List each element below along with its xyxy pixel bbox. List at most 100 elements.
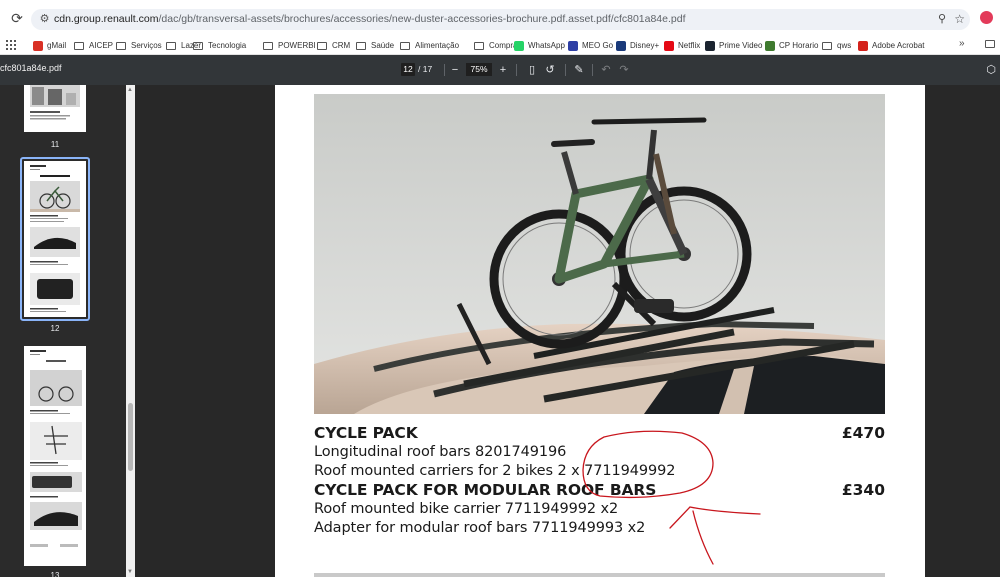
thumbnail-label: 11 [50,140,60,149]
zoom-in-icon[interactable]: + [496,62,510,78]
bookmark-item[interactable]: WhatsApp [514,38,565,53]
bookmarks-more-chevron[interactable]: » [959,38,965,49]
product-line-text: Adapter for modular roof bars 7711949993… [314,520,646,536]
bookmark-label: POWERBI [278,41,316,50]
bookmark-label: qws [837,41,852,50]
thumbnail-sidebar[interactable]: 11 12 13 [0,85,126,577]
folder-icon [116,41,126,50]
acrobat-icon [858,40,868,51]
bookmark-item[interactable]: Serviços [116,38,162,53]
profile-icon[interactable] [980,11,993,24]
whatsapp-icon [514,40,524,51]
product-line: Longitudinal roof bars 8201749196 [314,443,885,462]
disney-icon [616,40,626,51]
folder-icon [263,41,273,50]
folder-icon [193,41,203,50]
prime-video-icon [705,40,715,51]
bookmark-label: MEO Go [582,41,614,50]
zoom-out-icon[interactable]: − [448,62,462,78]
product-price: £340 [841,481,885,499]
bookmark-item[interactable]: Alimentação [400,38,459,53]
bookmark-item[interactable]: Disney+ [616,38,659,53]
folder-icon [400,41,410,50]
thumbnail-page-12[interactable] [24,161,86,317]
thumbnail-page-11[interactable] [24,85,86,132]
bookmark-item[interactable]: POWERBI [263,38,316,53]
product-price: £470 [841,424,885,442]
pdf-viewer-canvas[interactable]: CYCLE PACK £470 Longitudinal roof bars 8… [135,85,1000,577]
folder-icon [166,41,176,50]
scrollbar-thumb[interactable] [128,403,133,471]
bookmark-item[interactable]: CP Horario [765,38,818,53]
pdf-toolbar: cfc801a84e.pdf 12 / 17 − 75% + ▯ ↺ ✎ ↶ ↷… [0,55,1000,85]
omnibox[interactable]: ⚙ cdn.group.renault.com/dac/gb/transvers… [31,9,970,30]
bookmark-item[interactable]: Tecnologia [193,38,246,53]
product-line-text: Roof mounted bike carrier 7711949992 x2 [314,501,619,517]
fit-page-icon[interactable]: ▯ [525,62,539,78]
bookmark-label: gMail [47,41,67,50]
page-number-input[interactable]: 12 [401,63,415,76]
bookmark-star-icon[interactable]: ☆ [954,11,965,27]
bookmark-label: CP Horario [779,41,819,50]
url-text[interactable]: cdn.group.renault.com/dac/gb/transversal… [54,12,686,27]
toolbar-separator [444,64,445,76]
bookmark-item[interactable]: Saúde [356,38,394,53]
bookmarks-bar: gMail AICEP Serviços Lazer Tecnologia POWERBI… [0,36,1000,55]
zoom-magnifier-icon[interactable]: ⚲ [938,12,946,27]
url-host: cdn.group.renault.com [54,13,159,25]
extension-icon[interactable]: ⬡ [984,62,998,78]
bookmark-label: Netflix [678,41,701,50]
bookmark-label: Adobe Acrobat [872,41,925,50]
zoom-level-input[interactable]: 75% [466,63,492,76]
product-heading: CYCLE PACK [314,424,418,442]
bookmark-item[interactable]: qws [822,38,851,53]
scroll-up-arrow-icon[interactable]: ▲ [127,87,133,93]
product-row-modular: CYCLE PACK FOR MODULAR ROOF BARS £340 [314,481,885,500]
reload-icon[interactable]: ⟳ [9,10,25,26]
bookmark-item[interactable]: Netflix [664,38,700,53]
address-bar-row: ⟳ ⚙ cdn.group.renault.com/dac/gb/transve… [0,0,1000,36]
thumbnail-label: 12 [50,324,60,333]
bookmark-label: Serviços [131,41,162,50]
annotate-pen-icon[interactable]: ✎ [572,62,586,78]
all-bookmarks-folder-icon[interactable] [985,40,995,48]
next-page-edge [314,573,885,577]
sidebar-scrollbar[interactable]: ▲ ▼ [126,85,135,577]
toolbar-separator [565,64,566,76]
bookmark-label: Tecnologia [208,41,247,50]
bookmark-label: Saúde [371,41,395,50]
browser-window: ⟳ ⚙ cdn.group.renault.com/dac/gb/transve… [0,0,1000,577]
bookmark-label: AICEP [89,41,114,50]
bookmark-item[interactable]: Prime Video [705,38,762,53]
thumbnail-page-13[interactable] [24,346,86,566]
bookmark-item[interactable]: MEO Go [568,38,613,53]
meo-icon [568,40,578,51]
netflix-icon [664,40,674,51]
undo-icon[interactable]: ↶ [599,62,613,78]
redo-icon[interactable]: ↷ [617,62,631,78]
bookmark-label: Disney+ [630,41,660,50]
bookmark-item[interactable]: Adobe Acrobat [858,38,924,53]
product-line-text: Longitudinal roof bars 8201749196 [314,444,567,460]
page-total: / 17 [418,64,433,74]
folder-icon [474,41,484,50]
product-line: Adapter for modular roof bars 7711949993… [314,519,885,538]
toolbar-separator [592,64,593,76]
bookmark-item[interactable]: AICEP [74,38,113,53]
bookmark-label: Alimentação [415,41,460,50]
site-info-icon[interactable]: ⚙ [37,12,52,27]
bookmark-item[interactable]: gMail [33,38,66,53]
bookmark-label: WhatsApp [528,41,565,50]
rotate-icon[interactable]: ↺ [543,62,557,78]
bike-roof-rack-photo [314,94,885,414]
pdf-page: CYCLE PACK £470 Longitudinal roof bars 8… [275,85,925,577]
folder-icon [822,41,832,50]
bookmark-item[interactable]: CRM [317,38,350,53]
product-line: Roof mounted bike carrier 7711949992 x2 [314,500,885,519]
pdf-title: cfc801a84e.pdf [0,63,62,73]
folder-icon [74,41,84,50]
toolbar-separator [516,64,517,76]
scroll-down-arrow-icon[interactable]: ▼ [127,569,133,575]
thumbnail-label: 13 [50,571,60,577]
apps-grid-icon[interactable] [6,40,16,50]
